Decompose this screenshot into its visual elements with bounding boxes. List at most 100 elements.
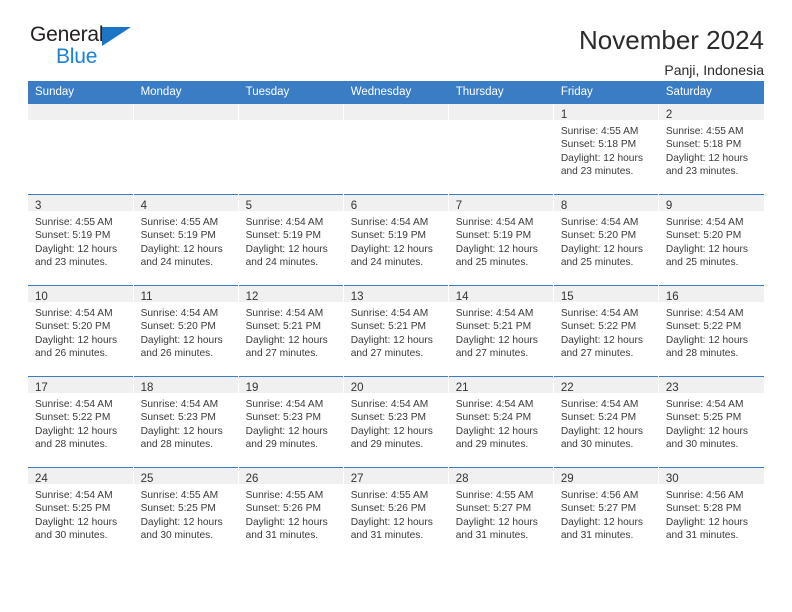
calendar-day-cell[interactable]: 28 Sunrise: 4:55 AM Sunset: 5:27 PM Dayligh… [448, 467, 554, 558]
daylight-duration-line1: Daylight: 12 hours [35, 516, 118, 528]
daylight-duration-line1: Daylight: 12 hours [455, 334, 538, 346]
calendar-day-cell[interactable]: 11 Sunrise: 4:54 AM Sunset: 5:20 PM Dayligh… [133, 285, 239, 377]
calendar-day-cell[interactable]: 12 Sunrise: 4:54 AM Sunset: 5:21 PM Dayligh… [238, 285, 344, 377]
calendar-day-cell[interactable]: 30 Sunrise: 4:56 AM Sunset: 5:28 PM Dayligh… [658, 467, 764, 558]
daylight-duration-line1: Daylight: 12 hours [245, 243, 328, 255]
calendar-day-cell[interactable]: 22 Sunrise: 4:54 AM Sunset: 5:24 PM Dayligh… [553, 376, 659, 468]
calendar-day-cell[interactable]: 20 Sunrise: 4:54 AM Sunset: 5:23 PM Dayligh… [343, 376, 449, 468]
sunset-time: Sunset: 5:25 PM [140, 503, 216, 515]
calendar-day-cell[interactable]: 13 Sunrise: 4:54 AM Sunset: 5:21 PM Dayligh… [343, 285, 449, 377]
sunrise-time: Sunrise: 4:54 AM [245, 308, 324, 319]
daylight-duration-line1: Daylight: 12 hours [560, 425, 643, 437]
calendar-day-cell[interactable]: 9 Sunrise: 4:54 AM Sunset: 5:20 PM Daylight… [658, 194, 764, 286]
calendar-page: General Blue November 2024 Panji, Indone… [0, 0, 792, 612]
calendar-day-cell[interactable]: 19 Sunrise: 4:54 AM Sunset: 5:23 PM Dayligh… [238, 376, 344, 468]
daylight-duration-line2: and 24 minutes. [350, 256, 424, 268]
sunrise-time: Sunrise: 4:55 AM [140, 217, 219, 228]
calendar-week-row: 24 Sunrise: 4:54 AM Sunset: 5:25 PM Dayligh… [28, 467, 764, 558]
calendar-day-cell[interactable]: 16 Sunrise: 4:54 AM Sunset: 5:22 PM Dayligh… [658, 285, 764, 377]
calendar-day-cell[interactable]: 6 Sunrise: 4:54 AM Sunset: 5:19 PM Daylight… [343, 194, 449, 286]
sunset-time: Sunset: 5:21 PM [350, 321, 427, 333]
daylight-duration-line2: and 29 minutes. [455, 438, 529, 450]
day-details: Sunrise: 4:54 AM Sunset: 5:20 PM Daylight:… [659, 211, 764, 269]
sunset-time: Sunset: 5:19 PM [455, 230, 532, 242]
daylight-duration-line2: and 23 minutes. [35, 256, 108, 268]
calendar-day-cell[interactable]: 21 Sunrise: 4:54 AM Sunset: 5:24 PM Dayligh… [448, 376, 554, 468]
sunset-time: Sunset: 5:20 PM [665, 230, 742, 242]
page-title: November 2024 [579, 25, 764, 55]
daylight-duration-line1: Daylight: 12 hours [350, 334, 433, 346]
day-number: 2 [658, 104, 764, 121]
calendar-day-cell[interactable]: 3 Sunrise: 4:55 AM Sunset: 5:19 PM Daylight… [28, 194, 134, 286]
sunrise-time: Sunrise: 4:54 AM [245, 399, 324, 410]
day-details: Sunrise: 4:54 AM Sunset: 5:19 PM Daylight:… [239, 211, 343, 269]
calendar-day-cell[interactable]: 27 Sunrise: 4:55 AM Sunset: 5:26 PM Dayligh… [343, 467, 449, 558]
general-blue-logo[interactable]: General Blue [28, 24, 160, 72]
sunset-time: Sunset: 5:27 PM [455, 503, 532, 515]
calendar-day-cell[interactable]: 29 Sunrise: 4:56 AM Sunset: 5:27 PM Dayligh… [553, 467, 659, 558]
daylight-duration-line1: Daylight: 12 hours [245, 425, 328, 437]
calendar-day-cell-empty [238, 103, 344, 195]
calendar-day-cell[interactable]: 14 Sunrise: 4:54 AM Sunset: 5:21 PM Dayligh… [448, 285, 554, 377]
sunset-time: Sunset: 5:18 PM [665, 139, 742, 151]
daylight-duration-line1: Daylight: 12 hours [665, 152, 748, 164]
calendar-day-cell[interactable]: 10 Sunrise: 4:54 AM Sunset: 5:20 PM Dayligh… [28, 285, 134, 377]
calendar-day-cell[interactable]: 7 Sunrise: 4:54 AM Sunset: 5:19 PM Daylight… [448, 194, 554, 286]
daylight-duration-line2: and 30 minutes. [665, 438, 739, 450]
daylight-duration-line2: and 27 minutes. [560, 347, 634, 359]
day-number: 3 [28, 195, 133, 212]
sunset-time: Sunset: 5:24 PM [455, 412, 532, 424]
calendar-day-cell[interactable]: 26 Sunrise: 4:55 AM Sunset: 5:26 PM Dayligh… [238, 467, 344, 558]
sunset-time: Sunset: 5:23 PM [140, 412, 216, 424]
sunrise-time: Sunrise: 4:54 AM [35, 399, 113, 410]
day-details: Sunrise: 4:55 AM Sunset: 5:18 PM Daylight:… [659, 120, 764, 178]
day-details: Sunrise: 4:55 AM Sunset: 5:27 PM Daylight:… [449, 484, 553, 542]
calendar-day-cell-empty [133, 103, 239, 195]
day-number: 5 [238, 195, 343, 212]
calendar-day-cell[interactable]: 17 Sunrise: 4:54 AM Sunset: 5:22 PM Dayligh… [28, 376, 134, 468]
daylight-duration-line1: Daylight: 12 hours [560, 152, 643, 164]
sunset-time: Sunset: 5:24 PM [560, 412, 637, 424]
calendar-day-cell[interactable]: 25 Sunrise: 4:55 AM Sunset: 5:25 PM Dayligh… [133, 467, 239, 558]
day-details: Sunrise: 4:54 AM Sunset: 5:20 PM Daylight:… [134, 302, 238, 360]
calendar-day-cell[interactable]: 1 Sunrise: 4:55 AM Sunset: 5:18 PM Daylight… [553, 103, 659, 195]
daylight-duration-line2: and 30 minutes. [560, 438, 634, 450]
day-details: Sunrise: 4:54 AM Sunset: 5:22 PM Daylight:… [28, 393, 133, 451]
daylight-duration-line1: Daylight: 12 hours [35, 334, 118, 346]
daylight-duration-line1: Daylight: 12 hours [245, 334, 328, 346]
day-number: 27 [343, 468, 448, 485]
day-details: Sunrise: 4:54 AM Sunset: 5:23 PM Daylight:… [344, 393, 448, 451]
day-details: Sunrise: 4:55 AM Sunset: 5:26 PM Daylight:… [344, 484, 448, 542]
day-details: Sunrise: 4:54 AM Sunset: 5:22 PM Daylight:… [659, 302, 764, 360]
calendar-day-cell-empty [343, 103, 449, 195]
daylight-duration-line2: and 25 minutes. [665, 256, 739, 268]
sunset-time: Sunset: 5:25 PM [665, 412, 742, 424]
sunset-time: Sunset: 5:27 PM [560, 503, 637, 515]
day-number: 18 [133, 377, 238, 394]
sunrise-time: Sunrise: 4:54 AM [455, 308, 534, 319]
daylight-duration-line1: Daylight: 12 hours [140, 243, 223, 255]
calendar-day-cell[interactable]: 24 Sunrise: 4:54 AM Sunset: 5:25 PM Dayligh… [28, 467, 134, 558]
calendar-day-cell[interactable]: 2 Sunrise: 4:55 AM Sunset: 5:18 PM Daylight… [658, 103, 764, 195]
calendar-day-cell[interactable]: 5 Sunrise: 4:54 AM Sunset: 5:19 PM Daylight… [238, 194, 344, 286]
daylight-duration-line1: Daylight: 12 hours [245, 516, 328, 528]
daylight-duration-line1: Daylight: 12 hours [140, 425, 223, 437]
calendar-day-cell[interactable]: 8 Sunrise: 4:54 AM Sunset: 5:20 PM Daylight… [553, 194, 659, 286]
day-details: Sunrise: 4:54 AM Sunset: 5:20 PM Daylight:… [28, 302, 133, 360]
calendar-day-cell[interactable]: 4 Sunrise: 4:55 AM Sunset: 5:19 PM Daylight… [133, 194, 239, 286]
daylight-duration-line2: and 26 minutes. [140, 347, 214, 359]
calendar-day-cell[interactable]: 15 Sunrise: 4:54 AM Sunset: 5:22 PM Dayligh… [553, 285, 659, 377]
sunset-time: Sunset: 5:20 PM [35, 321, 111, 333]
day-number: 6 [343, 195, 448, 212]
sunrise-time: Sunrise: 4:54 AM [455, 399, 534, 410]
day-number: 8 [553, 195, 658, 212]
daylight-duration-line1: Daylight: 12 hours [350, 516, 433, 528]
day-number: 9 [658, 195, 764, 212]
day-number: 16 [658, 286, 764, 303]
day-details: Sunrise: 4:55 AM Sunset: 5:25 PM Daylight:… [134, 484, 238, 542]
calendar-day-cell[interactable]: 23 Sunrise: 4:54 AM Sunset: 5:25 PM Dayligh… [658, 376, 764, 468]
weekday-header-friday: Friday [553, 81, 659, 104]
sunrise-time: Sunrise: 4:54 AM [350, 217, 429, 228]
sunrise-time: Sunrise: 4:54 AM [560, 308, 639, 319]
calendar-day-cell[interactable]: 18 Sunrise: 4:54 AM Sunset: 5:23 PM Dayligh… [133, 376, 239, 468]
